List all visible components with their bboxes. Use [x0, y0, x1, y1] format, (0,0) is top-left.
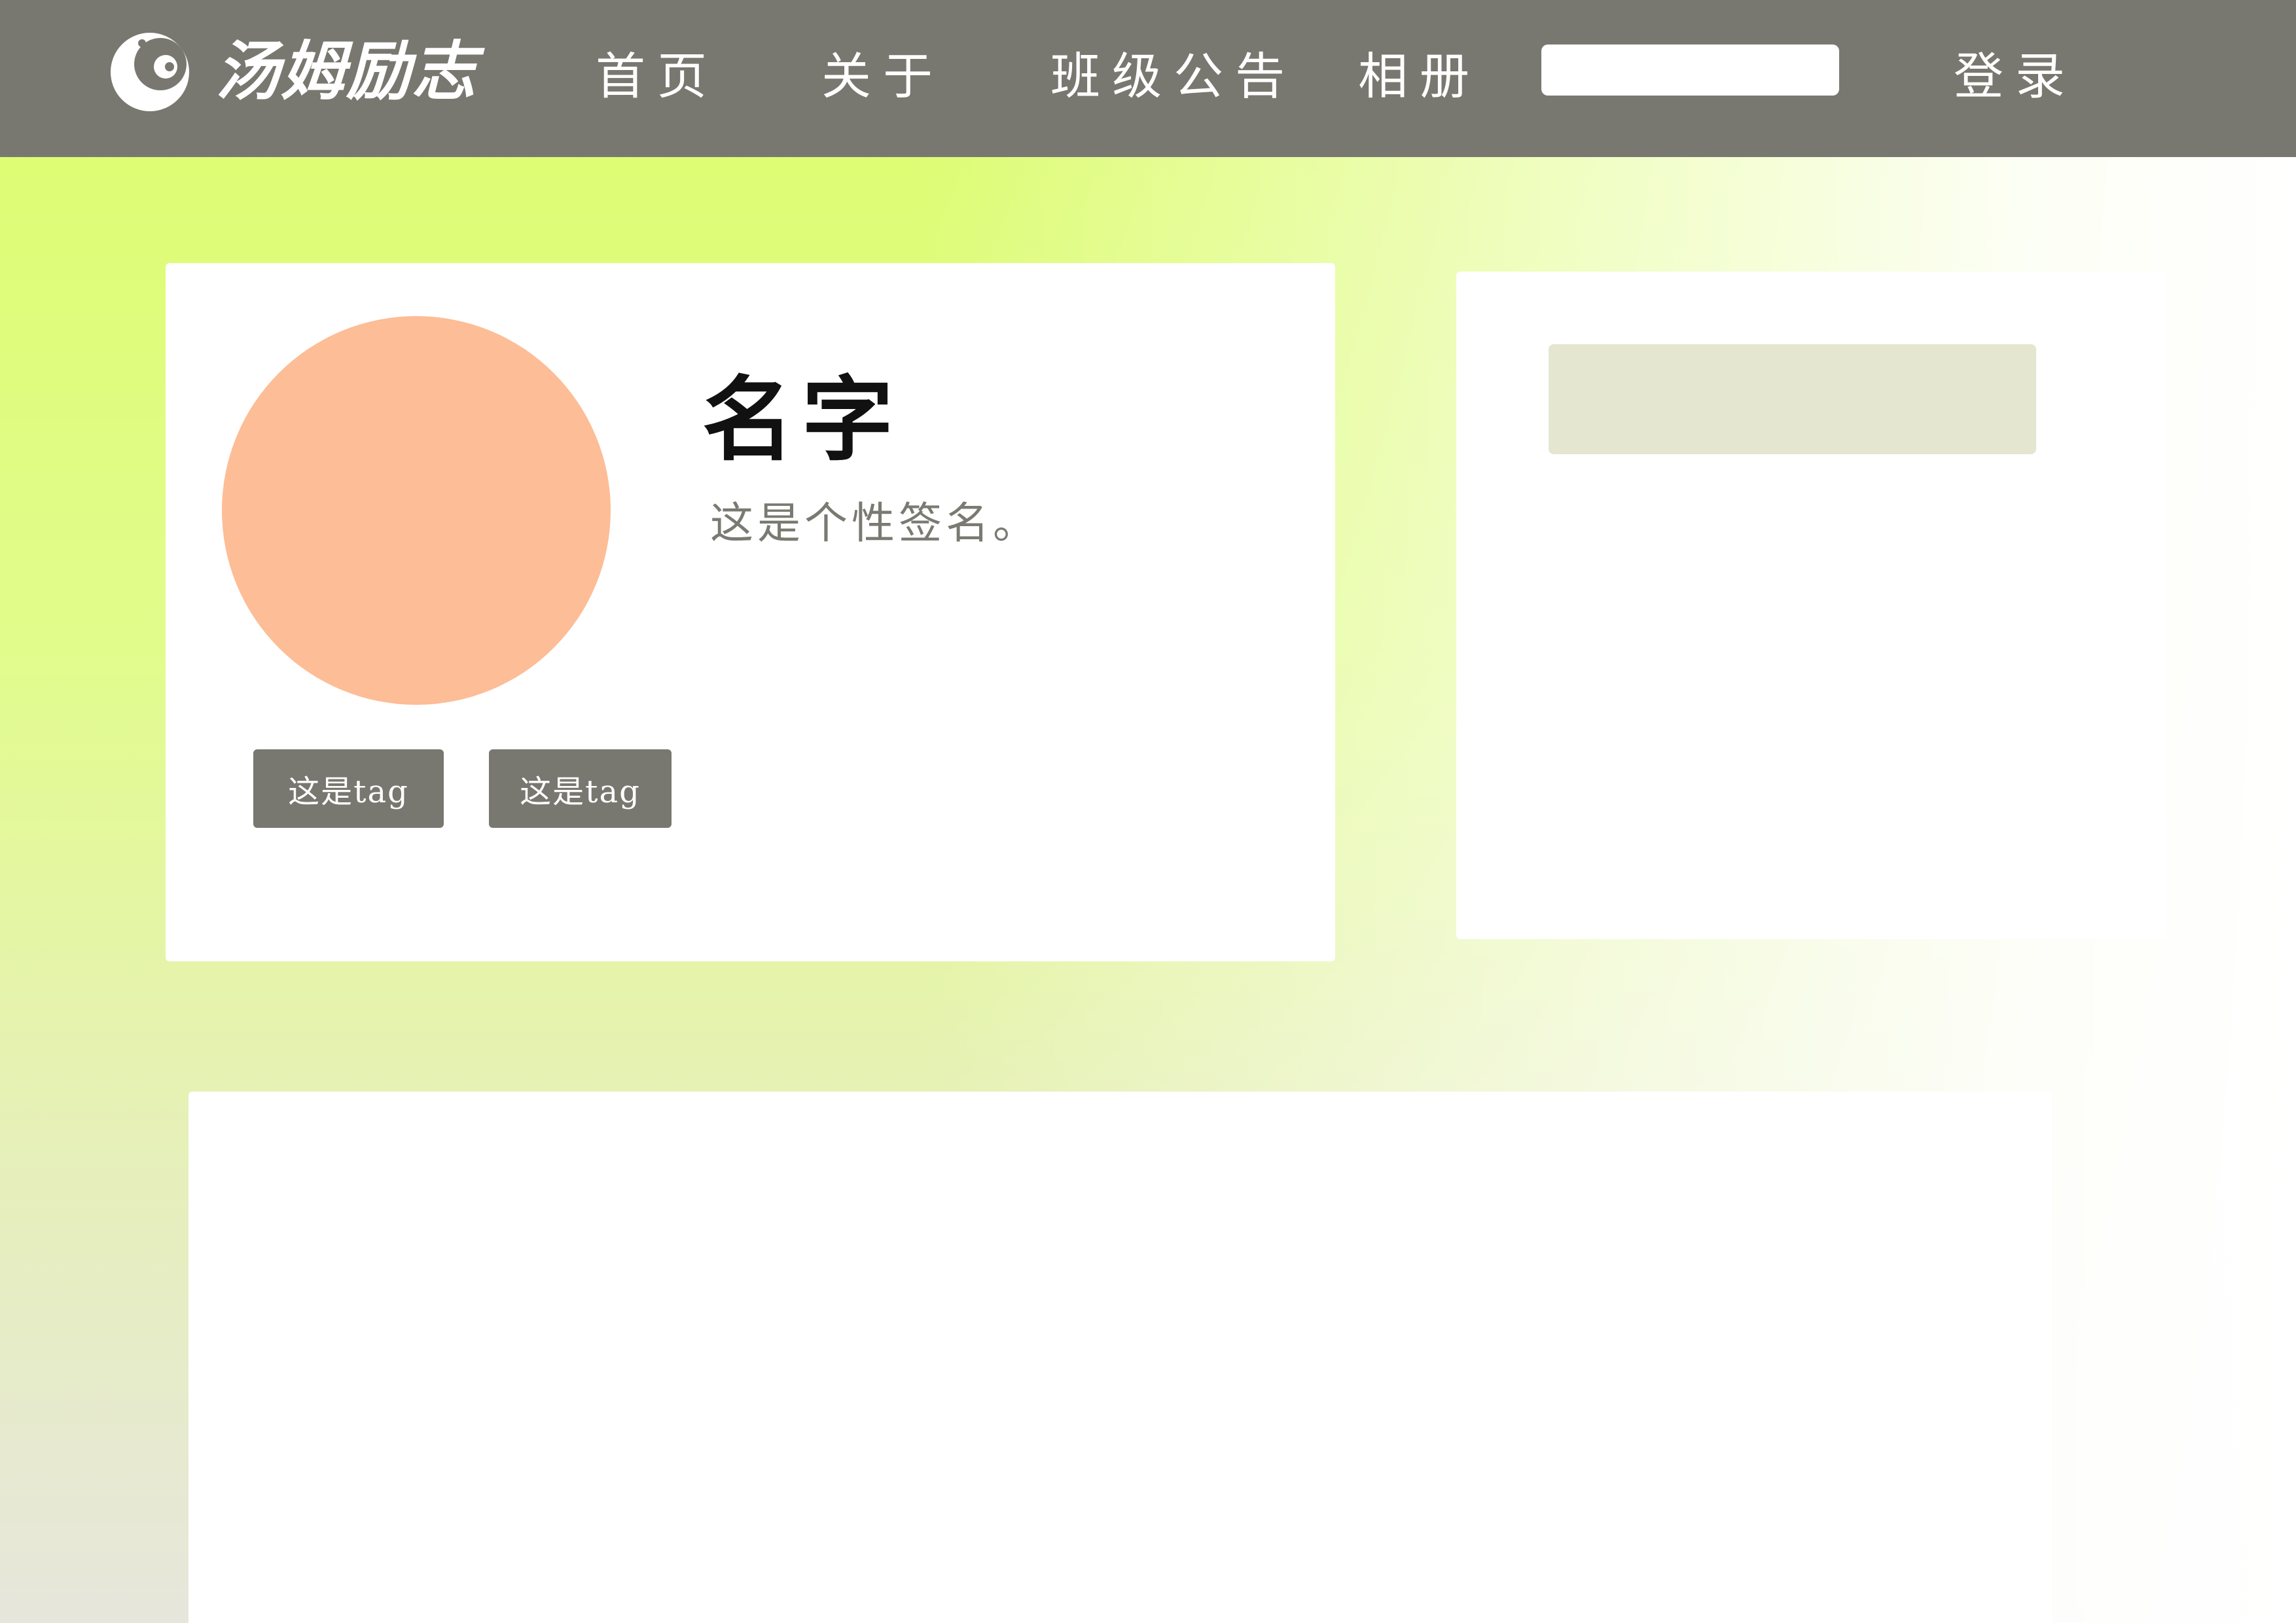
nav-home[interactable]: 首页 — [596, 0, 719, 144]
nav-about[interactable]: 关于 — [821, 0, 944, 144]
site-logo[interactable]: 汤姆励志 — [108, 26, 477, 118]
site-logo-text: 汤姆励志 — [215, 35, 478, 109]
moon-face-logo-icon — [111, 33, 189, 111]
profile-card: 名字 这是个性签名。 这是tag 这是tag — [166, 263, 1335, 961]
search-input[interactable] — [1541, 45, 1839, 96]
profile-signature: 这是个性签名。 — [710, 498, 1040, 548]
nav-album[interactable]: 相册 — [1358, 0, 1481, 144]
login-button[interactable]: 登录 — [1954, 0, 2077, 144]
main-content-card — [188, 1092, 2052, 1623]
profile-tag[interactable]: 这是tag — [253, 749, 444, 828]
profile-name: 名字 — [702, 366, 902, 474]
side-panel-card — [1456, 272, 2166, 939]
top-navigation-bar: 汤姆励志 首页 关于 班级公告 相册 登录 — [0, 0, 2296, 157]
side-panel-placeholder-block — [1549, 344, 2036, 454]
nav-class-notice[interactable]: 班级公告 — [1050, 0, 1297, 144]
avatar[interactable] — [222, 316, 611, 705]
profile-tag[interactable]: 这是tag — [489, 749, 672, 828]
